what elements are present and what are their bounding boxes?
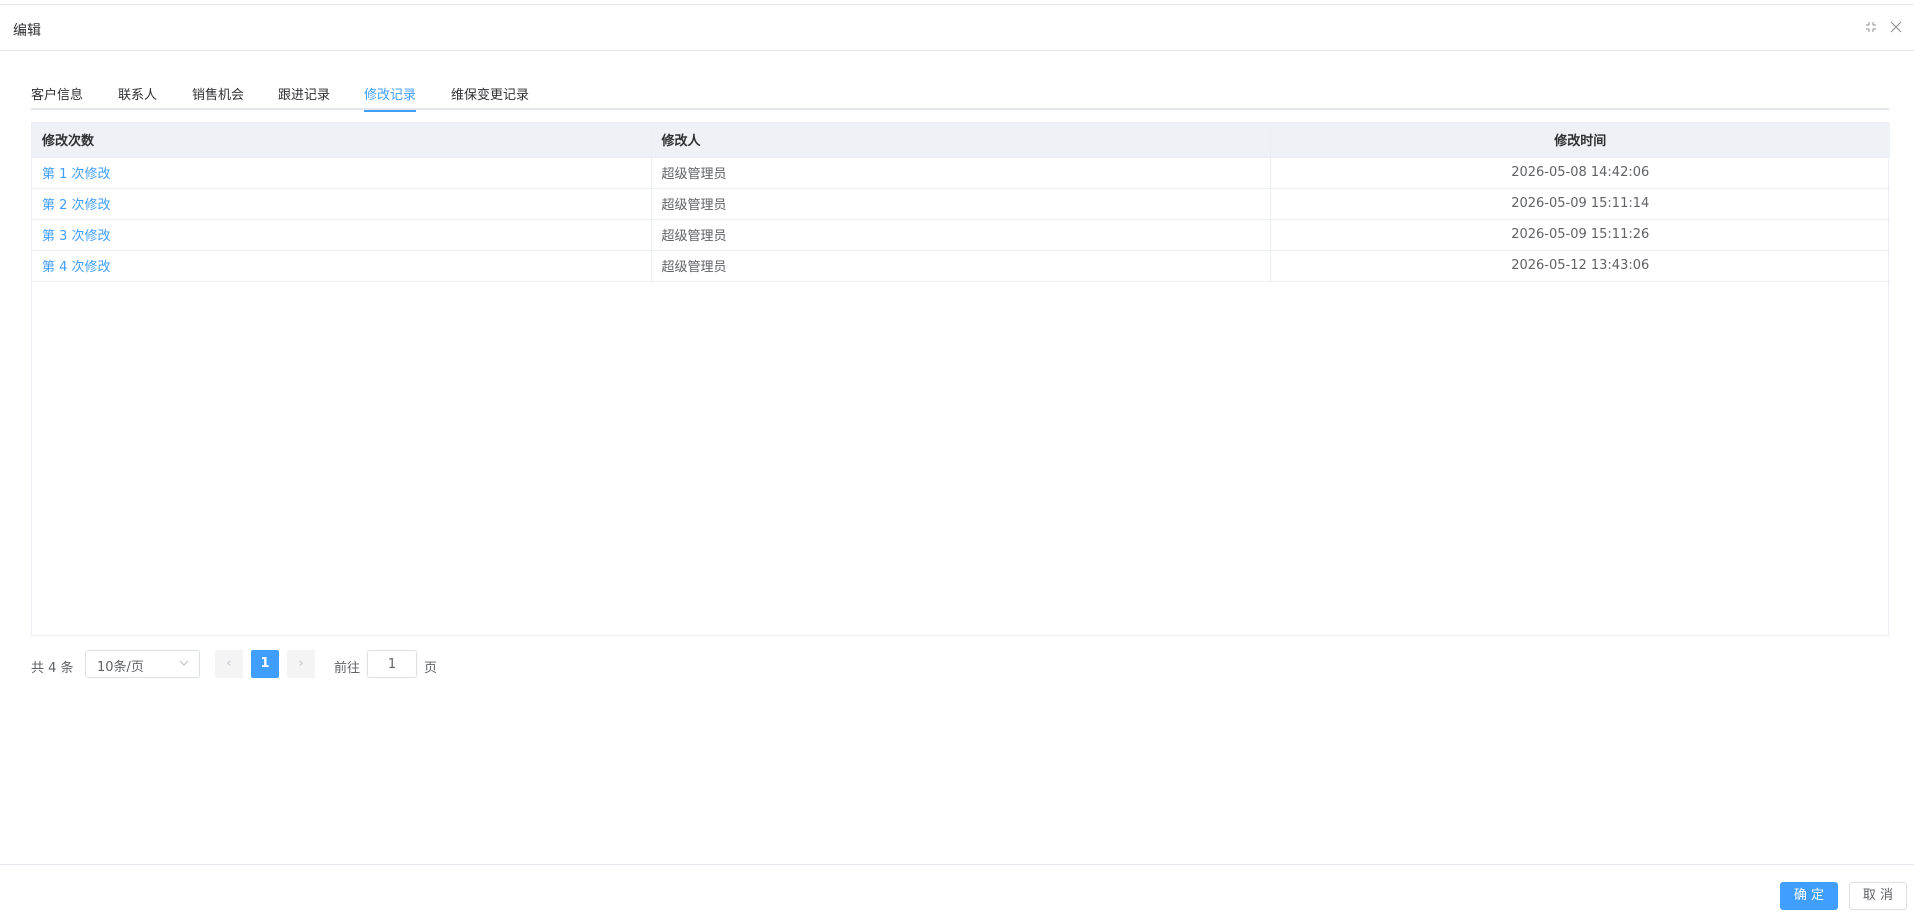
cell-user: 超级管理员 — [651, 219, 1271, 251]
minimize-icon-svg — [1866, 22, 1876, 32]
goto-unit: 页 — [424, 661, 438, 676]
tab-maintenance-changes[interactable]: 维保变更记录 — [451, 84, 529, 110]
pagination: 共 4 条 10条/页 ‹ 1 › 前往 页 — [31, 650, 631, 678]
column-header-count: 修改次数 — [32, 123, 652, 158]
cell-time: 2026-05-09 15:11:14 — [1270, 188, 1890, 220]
pagination-total: 共 4 条 — [31, 661, 74, 676]
table-header-row: 修改次数 修改人 修改时间 — [32, 123, 1890, 158]
close-icon-svg — [1890, 21, 1902, 33]
cancel-button[interactable]: 取 消 — [1849, 882, 1907, 910]
tab-customer-info[interactable]: 客户信息 — [31, 84, 83, 110]
cell-count: 第 4 次修改 — [32, 250, 652, 282]
modify-records-table: 修改次数 修改人 修改时间 第 1 次修改 超级管理员 2026-05-08 1… — [31, 122, 1890, 636]
cell-time: 2026-05-09 15:11:26 — [1270, 219, 1890, 251]
table-row: 第 4 次修改 超级管理员 2026-05-12 13:43:06 — [32, 250, 1890, 282]
cell-count: 第 3 次修改 — [32, 219, 652, 251]
tab-sales-opportunity[interactable]: 销售机会 — [192, 84, 244, 110]
cell-time: 2026-05-12 13:43:06 — [1270, 250, 1890, 282]
tab-follow-up[interactable]: 跟进记录 — [278, 84, 330, 110]
modify-count-link[interactable]: 第 1 次修改 — [42, 167, 111, 182]
cell-user: 超级管理员 — [651, 157, 1271, 189]
close-icon[interactable] — [1889, 21, 1903, 35]
modify-count-link[interactable]: 第 3 次修改 — [42, 229, 111, 244]
table-row: 第 2 次修改 超级管理员 2026-05-09 15:11:14 — [32, 188, 1890, 220]
dialog-header: 编辑 — [0, 5, 1914, 51]
table-row: 第 1 次修改 超级管理员 2026-05-08 14:42:06 — [32, 157, 1890, 189]
cell-user: 超级管理员 — [651, 188, 1271, 220]
minimize-icon[interactable] — [1864, 21, 1878, 35]
column-header-user: 修改人 — [651, 123, 1271, 158]
cell-count: 第 1 次修改 — [32, 157, 652, 189]
column-header-time: 修改时间 — [1270, 123, 1890, 158]
dialog-footer: 确 定 取 消 — [0, 864, 1914, 922]
page-size-select[interactable]: 10条/页 — [85, 650, 200, 678]
tab-contacts[interactable]: 联系人 — [118, 84, 157, 110]
page-number-current[interactable]: 1 — [251, 650, 279, 678]
chevron-down-icon-svg — [179, 660, 189, 666]
tab-modify-records[interactable]: 修改记录 — [364, 84, 417, 112]
cell-user: 超级管理员 — [651, 250, 1271, 282]
modify-count-link[interactable]: 第 4 次修改 — [42, 260, 111, 275]
chevron-down-icon — [179, 657, 189, 671]
cell-count: 第 2 次修改 — [32, 188, 652, 220]
dialog-title: 编辑 — [13, 23, 41, 39]
page-size-value: 10条/页 — [97, 660, 144, 675]
modify-count-link[interactable]: 第 2 次修改 — [42, 198, 111, 213]
cell-time: 2026-05-08 14:42:06 — [1270, 157, 1890, 189]
goto-page-input[interactable] — [367, 650, 417, 678]
next-page-button[interactable]: › — [287, 650, 315, 678]
confirm-button[interactable]: 确 定 — [1780, 882, 1838, 910]
tab-bar: 客户信息 联系人 销售机会 跟进记录 修改记录 维保变更记录 — [31, 80, 1889, 112]
goto-label: 前往 — [334, 661, 361, 676]
prev-page-button[interactable]: ‹ — [215, 650, 243, 678]
table-row: 第 3 次修改 超级管理员 2026-05-09 15:11:26 — [32, 219, 1890, 251]
